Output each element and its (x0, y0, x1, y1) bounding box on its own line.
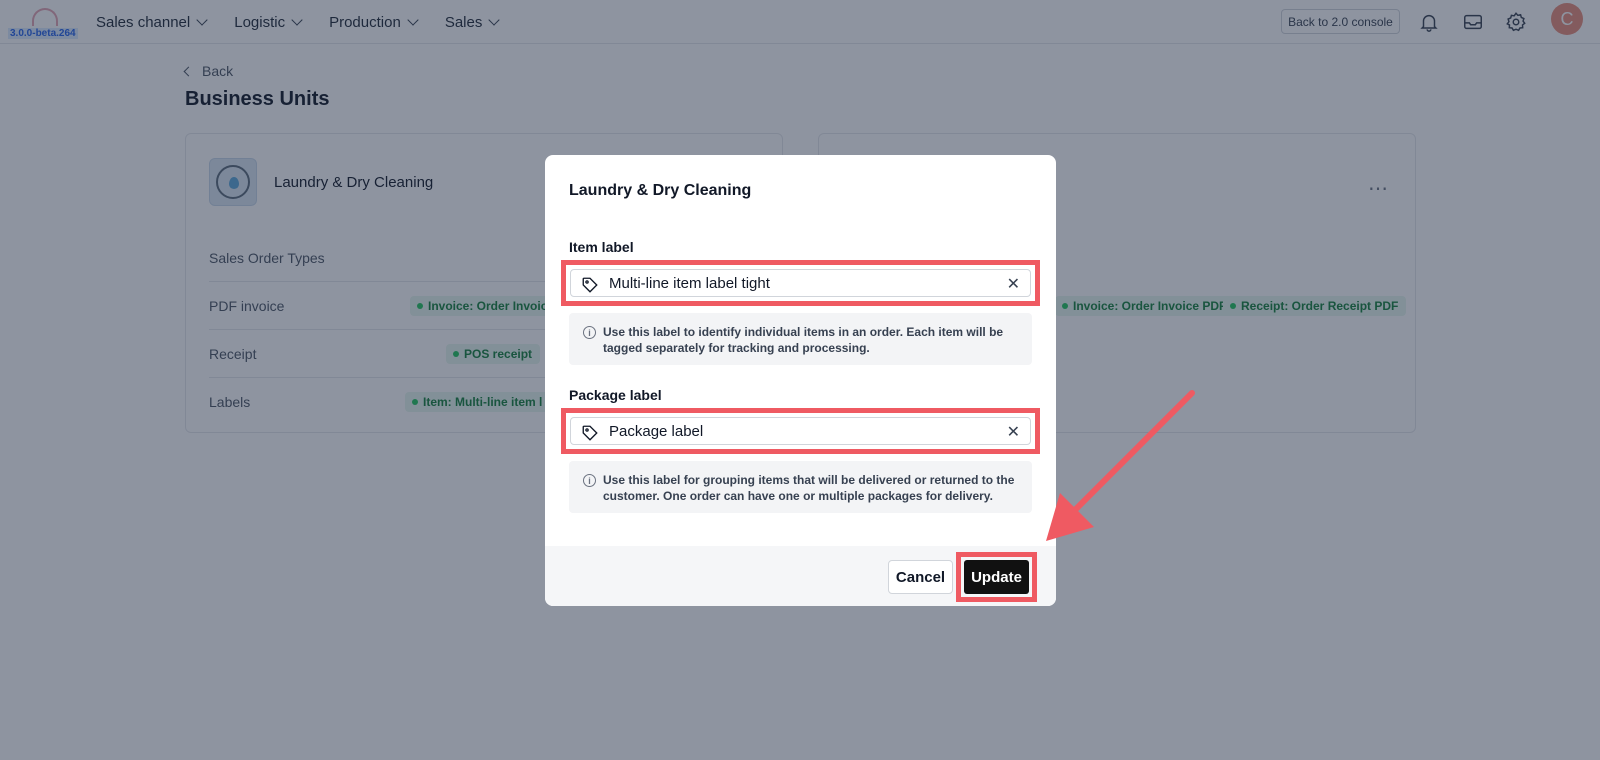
info-icon: i (583, 326, 596, 339)
edit-labels-dialog: Laundry & Dry Cleaning Item label Multi-… (545, 155, 1056, 606)
dialog-footer: Cancel Update (545, 546, 1056, 606)
item-label-select[interactable]: Multi-line item label tight ✕ (570, 269, 1031, 297)
info-icon: i (583, 474, 596, 487)
dialog-title: Laundry & Dry Cleaning (569, 182, 752, 199)
tag-icon (582, 277, 598, 293)
item-label-value: Multi-line item label tight (609, 275, 770, 292)
package-label-hint: i Use this label for grouping items that… (569, 461, 1032, 513)
item-label-hint: i Use this label to identify individual … (569, 313, 1032, 365)
item-label-heading: Item label (569, 239, 634, 255)
package-label-heading: Package label (569, 387, 662, 403)
package-label-value: Package label (609, 423, 704, 440)
close-icon[interactable]: ✕ (1007, 274, 1020, 294)
package-label-select[interactable]: Package label ✕ (570, 417, 1031, 445)
cancel-button[interactable]: Cancel (888, 560, 953, 594)
update-button[interactable]: Update (964, 560, 1029, 594)
hint-text: Use this label to identify individual it… (603, 325, 1004, 355)
close-icon[interactable]: ✕ (1007, 422, 1020, 442)
annotation-arrow-icon (1046, 390, 1195, 541)
tag-icon (582, 425, 598, 441)
hint-text: Use this label for grouping items that w… (603, 473, 1015, 503)
